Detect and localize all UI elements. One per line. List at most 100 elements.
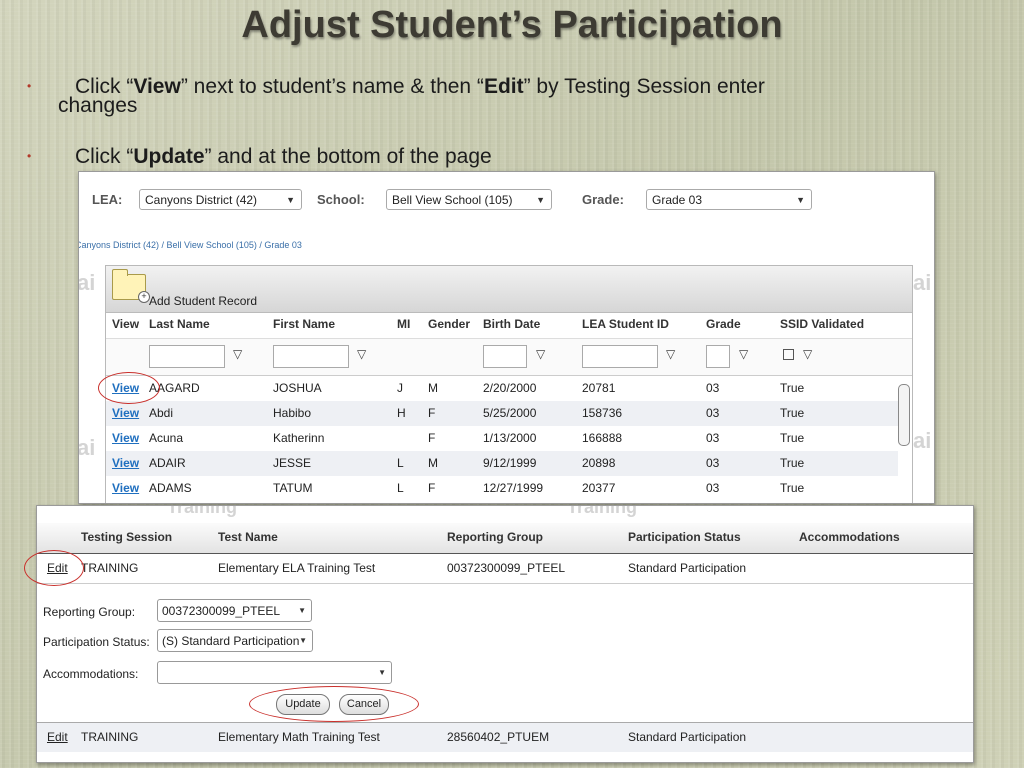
table-cell: H: [397, 406, 406, 420]
table-cell: 2/20/2000: [483, 381, 537, 395]
table-cell: JOSHUA: [273, 381, 322, 395]
edit-link[interactable]: Edit: [47, 723, 68, 752]
filter-icon[interactable]: ▽: [536, 347, 545, 361]
lea-select[interactable]: Canyons District (42) ▼: [139, 189, 302, 210]
table-cell: 1/13/2000: [483, 431, 537, 445]
table-cell: 03: [706, 406, 720, 420]
table-cell: True: [780, 431, 805, 445]
watermark: ai: [78, 270, 96, 295]
column-header[interactable]: Last Name: [149, 317, 210, 331]
filter-icon[interactable]: ▽: [803, 347, 812, 361]
table-cell: Habibo: [273, 406, 312, 420]
text-fragment: Click “: [75, 145, 134, 168]
table-cell: 5/25/2000: [483, 406, 537, 420]
participation-status-label: Participation Status:: [43, 635, 150, 649]
grid-toolbar: + Add Student Record: [106, 266, 912, 313]
lea-student-id-filter-input[interactable]: [582, 345, 658, 368]
column-header[interactable]: SSID Validated: [780, 317, 864, 331]
view-link[interactable]: View: [112, 401, 139, 426]
add-student-record-link[interactable]: Add Student Record: [149, 294, 257, 308]
vertical-scrollbar[interactable]: [898, 384, 910, 446]
school-label: School:: [317, 192, 365, 207]
filter-icon[interactable]: ▽: [357, 347, 366, 361]
view-link[interactable]: View: [112, 451, 139, 476]
instruction-bullet-1: • Click “View” next to student’s name & …: [27, 75, 955, 98]
lea-select-value: Canyons District (42): [145, 193, 258, 207]
text-fragment: ” next to student’s name & then “: [180, 75, 484, 98]
grade-select[interactable]: Grade 03 ▼: [646, 189, 812, 210]
table-cell: 00372300099_PTEEL: [447, 561, 566, 575]
watermark: ai: [913, 270, 932, 295]
reporting-group-value: 00372300099_PTEEL: [162, 604, 281, 618]
column-header[interactable]: First Name: [273, 317, 335, 331]
table-cell: Standard Participation: [628, 730, 747, 744]
column-header[interactable]: LEA Student ID: [582, 317, 669, 331]
column-header[interactable]: Gender: [428, 317, 470, 331]
table-row: View AAGARD JOSHUA J M 2/20/2000 20781 0…: [106, 376, 898, 401]
student-search-panel: LEA: Canyons District (42) ▼ School: Bell…: [78, 171, 935, 504]
participation-row: Edit TRAINING Elementary ELA Training Te…: [37, 554, 973, 584]
reporting-group-select[interactable]: 00372300099_PTEEL ▼: [157, 599, 312, 622]
column-header: View: [112, 317, 140, 331]
table-cell: F: [428, 481, 436, 495]
table-cell: M: [428, 381, 438, 395]
column-header[interactable]: Birth Date: [483, 317, 540, 331]
column-header[interactable]: MI: [397, 317, 410, 331]
view-highlight-ellipse: [98, 372, 160, 404]
edit-highlight-ellipse: [24, 550, 84, 586]
table-cell: TRAINING: [81, 561, 139, 575]
column-header: Test Name: [218, 530, 278, 544]
school-select[interactable]: Bell View School (105) ▼: [386, 189, 552, 210]
watermark: Training: [167, 505, 238, 517]
view-link[interactable]: View: [112, 476, 139, 501]
grade-label: Grade:: [582, 192, 624, 207]
participation-row: Edit TRAINING Elementary Math Training T…: [37, 722, 973, 752]
table-row: View ADAIR JESSE L M 9/12/1999 20898 03 …: [106, 451, 898, 476]
watermark: ai: [78, 435, 96, 460]
text-bold: View: [133, 75, 181, 98]
grade-select-value: Grade 03: [652, 193, 703, 207]
filter-row: ▽ ▽ ▽ ▽ ▽ ▽: [106, 338, 912, 376]
slide-title: Adjust Student’s Participation: [241, 4, 783, 46]
column-header[interactable]: Grade: [706, 317, 741, 331]
participation-status-select[interactable]: (S) Standard Participation ▼: [157, 629, 313, 652]
table-cell: 20781: [582, 381, 616, 395]
accommodations-label: Accommodations:: [43, 667, 139, 681]
text-fragment: ” by Testing Session enter: [523, 75, 765, 98]
add-folder-icon[interactable]: +: [112, 269, 150, 303]
chevron-down-icon: ▼: [299, 636, 307, 645]
text-bold: Edit: [483, 75, 524, 98]
student-grid: + Add Student Record View Last Name Firs…: [105, 265, 913, 503]
table-cell: TATUM: [273, 481, 313, 495]
table-cell: Standard Participation: [628, 561, 747, 575]
table-cell: Abdi: [149, 406, 174, 420]
birth-date-filter-input[interactable]: [483, 345, 527, 368]
view-link[interactable]: View: [112, 426, 139, 451]
table-row: View ADAMS TATUM L F 12/27/1999 20377 03…: [106, 476, 898, 501]
table-cell: ADAMS: [149, 481, 192, 495]
table-cell: JESSE: [273, 456, 312, 470]
filter-icon[interactable]: ▽: [666, 347, 675, 361]
table-cell: True: [780, 406, 805, 420]
filter-icon[interactable]: ▽: [739, 347, 748, 361]
participation-status-value: (S) Standard Participation: [162, 634, 300, 648]
last-name-filter-input[interactable]: [149, 345, 225, 368]
update-highlight-ellipse: [249, 686, 419, 722]
table-cell: 20377: [582, 481, 616, 495]
table-cell: True: [780, 456, 805, 470]
column-header: Testing Session: [81, 530, 173, 544]
filter-icon[interactable]: ▽: [233, 347, 242, 361]
table-row: View Acuna Katherinn F 1/13/2000 166888 …: [106, 426, 898, 451]
first-name-filter-input[interactable]: [273, 345, 349, 368]
instruction-bullet-1-wrap: changes: [58, 94, 138, 117]
watermark: Training: [567, 505, 638, 517]
table-row: View Abdi Habibo H F 5/25/2000 158736 03…: [106, 401, 898, 426]
ssid-validated-checkbox[interactable]: [783, 349, 794, 360]
table-cell: L: [397, 481, 404, 495]
grade-filter-input[interactable]: [706, 345, 730, 368]
table-cell: Acuna: [149, 431, 184, 445]
chevron-down-icon: ▼: [286, 195, 295, 205]
column-header: Participation Status: [628, 530, 741, 544]
accommodations-select[interactable]: ▼: [157, 661, 392, 684]
table-cell: 9/12/1999: [483, 456, 537, 470]
